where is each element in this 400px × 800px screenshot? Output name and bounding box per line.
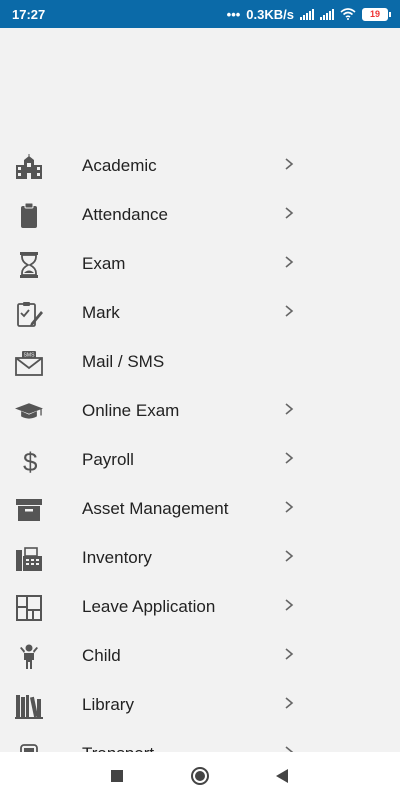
menu-item-label: Asset Management [82,499,229,518]
triangle-back-icon [276,769,288,783]
chevron-right-icon [285,256,294,268]
menu-item-mail-sms[interactable]: SMS Mail / SMS [0,338,400,387]
navigation-bar [0,752,400,800]
menu-item-attendance[interactable]: Attendance [0,191,400,240]
circle-icon [191,767,209,785]
back-button[interactable] [272,766,292,786]
menu-item-label: Mark [82,303,120,322]
menu-item-leave-application[interactable]: Leave Application [0,583,400,632]
menu-item-payroll[interactable]: $ Payroll [0,436,400,485]
chevron-right-icon [285,452,294,464]
chevron-right-icon [285,207,294,219]
menu-item-exam[interactable]: Exam [0,240,400,289]
network-speed: 0.3KB/s [246,6,294,22]
clipboard-icon [15,203,43,229]
svg-text:SMS: SMS [24,353,36,359]
menu-item-child[interactable]: Child [0,632,400,681]
menu-item-online-exam[interactable]: Online Exam [0,387,400,436]
menu-item-academic[interactable]: Academic [0,142,400,191]
menu-item-mark[interactable]: Mark [0,289,400,338]
chevron-right-icon [285,550,294,562]
menu-item-label: Payroll [82,450,134,469]
mail-sms-icon: SMS [15,350,43,376]
books-icon [15,693,43,719]
layout-grid-icon [15,595,43,621]
menu-item-label: Online Exam [82,401,180,420]
battery-icon: 19 [362,7,391,21]
menu-item-label: Academic [82,156,157,175]
chevron-right-icon [285,648,294,660]
module-menu: Academic Attendance Exam Mark SMS Mail /… [0,142,400,779]
menu-item-inventory[interactable]: Inventory [0,534,400,583]
menu-item-label: Attendance [82,205,169,224]
hourglass-icon [15,252,43,278]
clipboard-check-pencil-icon [15,301,43,327]
square-icon [111,770,123,782]
dollar-icon: $ [15,448,43,474]
menu-item-label: Inventory [82,548,152,567]
school-building-icon [15,154,43,180]
network-dots: ••• [226,6,241,22]
chevron-right-icon [285,158,294,170]
menu-item-label: Leave Application [82,597,216,616]
menu-item-asset-management[interactable]: Asset Management [0,485,400,534]
svg-text:$: $ [23,448,38,474]
menu-item-label: Child [82,646,121,665]
chevron-right-icon [285,599,294,611]
chevron-right-icon [285,501,294,513]
status-time: 17:27 [12,6,46,22]
signal-icon-2 [320,8,334,20]
recent-apps-button[interactable] [107,766,127,786]
signal-icon [300,8,314,20]
status-bar: 17:27 ••• 0.3KB/s 19 [0,0,400,28]
chevron-right-icon [285,403,294,415]
menu-item-label: Mail / SMS [82,352,165,371]
archive-box-icon [15,497,43,523]
menu-item-label: Library [82,695,134,714]
child-icon [15,644,43,670]
graduation-cap-icon [15,399,43,425]
status-indicators: ••• 0.3KB/s 19 [226,6,391,22]
wifi-icon [340,8,356,20]
fax-machine-icon [15,546,43,572]
home-button[interactable] [190,766,210,786]
chevron-right-icon [285,697,294,709]
battery-level: 19 [369,9,380,19]
menu-item-library[interactable]: Library [0,681,400,730]
chevron-right-icon [285,305,294,317]
menu-item-label: Exam [82,254,126,273]
